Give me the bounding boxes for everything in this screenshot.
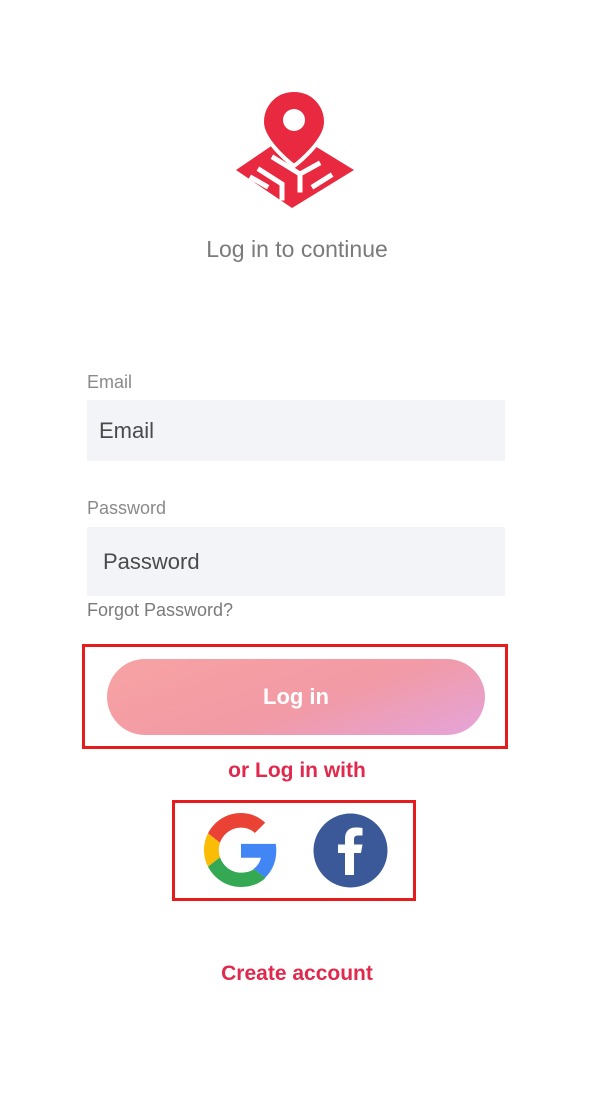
email-label: Email [87,372,133,392]
email-field[interactable] [87,400,505,461]
create-account-link[interactable]: Create account [0,962,594,986]
login-button[interactable]: Log in [107,659,485,735]
map-pin-icon [230,86,360,214]
google-icon[interactable] [204,813,278,887]
password-label: Password [87,498,167,518]
social-login-heading: or Log in with [228,759,366,782]
facebook-icon[interactable] [313,813,388,888]
password-field[interactable] [87,527,505,596]
forgot-password-link[interactable]: Forgot Password? [87,600,233,621]
page-subtitle: Log in to continue [206,236,388,262]
